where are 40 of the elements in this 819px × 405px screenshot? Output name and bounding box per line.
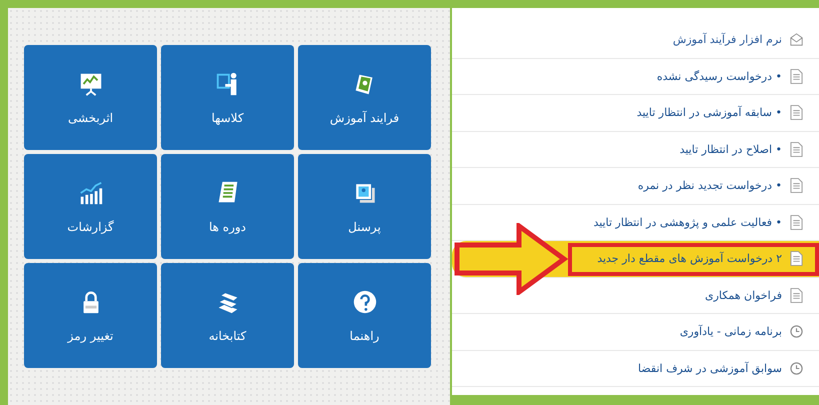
- dashboard-tile[interactable]: فرایند آموزش: [298, 45, 431, 150]
- clock-icon: [790, 324, 803, 340]
- document-icon: [790, 214, 803, 230]
- menu-item[interactable]: • درخواست رسیدگی نشده: [452, 58, 819, 95]
- menu-item-label: ۲ درخواست آموزش های مقطع دار جدید: [597, 252, 782, 266]
- envelope-icon: [790, 32, 803, 48]
- menu-item-label: • فعالیت علمی و پژوهشی در انتظار تایید: [593, 216, 782, 229]
- document-icon: [790, 142, 803, 157]
- menu-item-label: نرم افزار فرآیند آموزش: [672, 33, 782, 46]
- document-icon: [790, 178, 803, 194]
- menu-item-label: برنامه زمانی - یادآوری: [680, 325, 782, 338]
- menu-item-label: • سابقه آموزشی در انتظار تایید: [636, 106, 782, 120]
- menu-item[interactable]: برنامه زمانی - یادآوری: [452, 314, 819, 350]
- menu-item-label: • درخواست تجدید نظر در نمره: [638, 179, 782, 192]
- dashboard-tile[interactable]: تغییر رمز: [24, 263, 157, 368]
- dashboard-tile[interactable]: راهنما: [298, 263, 431, 368]
- dashboard-tile[interactable]: گزارشات: [24, 154, 157, 259]
- menu-item[interactable]: فراخوان همکاری: [452, 278, 819, 314]
- dashboard-tile[interactable]: اثربخشی: [24, 45, 157, 150]
- dashboard-tile[interactable]: کتابخانه: [161, 263, 294, 368]
- clock-icon: [790, 360, 803, 376]
- menu-item-label: • اصلاح در انتظار تایید: [680, 142, 782, 156]
- dashboard-tile[interactable]: دوره ها: [161, 154, 294, 259]
- menu-item[interactable]: • اصلاح در انتظار تایید: [452, 132, 819, 168]
- document-icon: [790, 68, 803, 84]
- arrow-icon: [454, 223, 569, 295]
- document-icon: [790, 251, 803, 266]
- menu-item-label: سوابق آموزشی در شرف انقضا: [638, 362, 782, 375]
- menu-item-label: فراخوان همکاری: [704, 288, 782, 302]
- chart-icon: [78, 180, 104, 206]
- menu-item[interactable]: • سابقه آموزشی در انتظار تایید: [452, 95, 819, 132]
- document-icon: [790, 105, 803, 120]
- help-icon: [352, 288, 378, 314]
- menu-item[interactable]: • درخواست تجدید نظر در نمره: [452, 168, 819, 204]
- dashboard-tile[interactable]: پرسنل: [298, 154, 431, 259]
- dashboard-tile[interactable]: کلاسها: [161, 45, 294, 150]
- menu-item[interactable]: نرم افزار فرآیند آموزش: [452, 22, 819, 58]
- menu-item-label: • درخواست رسیدگی نشده: [656, 70, 782, 83]
- document-icon: [790, 288, 803, 303]
- menu-item[interactable]: سوابق آموزشی در شرف انقضا: [452, 350, 819, 387]
